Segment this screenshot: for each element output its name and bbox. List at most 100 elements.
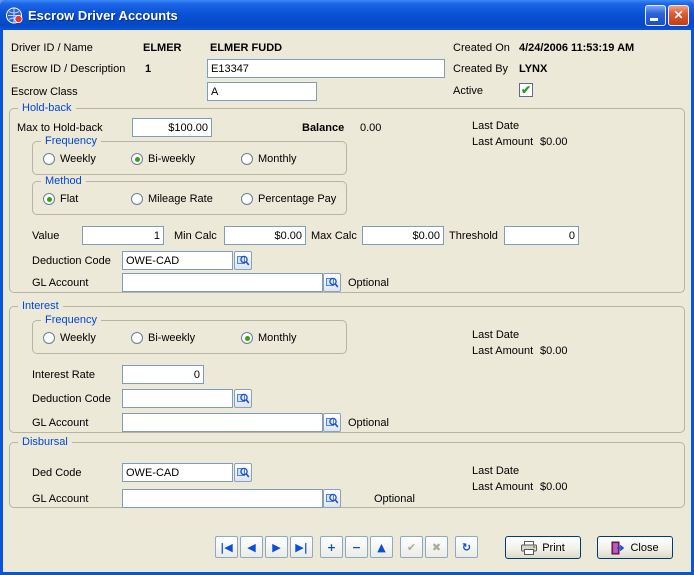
balance-label: Balance xyxy=(302,122,344,135)
value-input[interactable] xyxy=(82,226,164,245)
disbursal-gl-account-lookup-button[interactable] xyxy=(323,489,341,508)
interest-frequency-weekly-radio[interactable]: Weekly xyxy=(43,332,96,344)
min-calc-input[interactable] xyxy=(224,226,306,245)
escrow-driver-accounts-window: Escrow Driver Accounts ✕ Driver ID / Nam… xyxy=(0,0,694,575)
radio-icon xyxy=(241,153,253,165)
printer-icon xyxy=(521,541,537,555)
driver-id-value: ELMER xyxy=(143,42,182,55)
radio-label: Weekly xyxy=(60,332,96,344)
holdback-frequency-weekly-radio[interactable]: Weekly xyxy=(43,153,96,165)
interest-frequency-monthly-radio[interactable]: Monthly xyxy=(241,332,297,344)
minimize-button[interactable] xyxy=(645,5,666,26)
nav-prior-button[interactable]: ◀ xyxy=(240,536,263,558)
radio-label: Bi-weekly xyxy=(148,332,195,344)
driver-id-name-label: Driver ID / Name xyxy=(11,42,93,55)
interest-last-amount-value: $0.00 xyxy=(540,345,568,358)
nav-next-button[interactable]: ▶ xyxy=(265,536,288,558)
balance-value: 0.00 xyxy=(360,122,381,135)
nav-first-button[interactable]: |◀ xyxy=(215,536,238,558)
holdback-gl-account-label: GL Account xyxy=(32,277,88,290)
interest-group: Interest Frequency Weekly Bi-weekly Mont… xyxy=(9,306,685,433)
disbursal-optional-label: Optional xyxy=(374,493,415,506)
escrow-class-input[interactable] xyxy=(207,82,317,101)
radio-label: Bi-weekly xyxy=(148,153,195,165)
print-button[interactable]: Print xyxy=(505,536,581,559)
app-icon xyxy=(6,7,23,24)
titlebar: Escrow Driver Accounts ✕ xyxy=(0,0,694,30)
record-navigator: |◀ ◀ ▶ ▶| + − ▲ ✔ ✖ ↻ xyxy=(215,536,478,558)
holdback-optional-label: Optional xyxy=(348,277,389,290)
nav-post-button[interactable]: ✔ xyxy=(400,536,423,558)
driver-name-value: ELMER FUDD xyxy=(210,42,282,55)
holdback-method-title: Method xyxy=(41,175,86,188)
disbursal-last-amount-value: $0.00 xyxy=(540,481,568,494)
value-label: Value xyxy=(32,230,59,243)
form-body: Driver ID / Name ELMER ELMER FUDD Create… xyxy=(3,30,691,572)
method-mileage-rate-radio[interactable]: Mileage Rate xyxy=(131,193,213,205)
created-by-label: Created By xyxy=(453,63,508,76)
nav-delete-button[interactable]: − xyxy=(345,536,368,558)
close-button-label: Close xyxy=(630,542,658,554)
ded-code-label: Ded Code xyxy=(32,467,82,480)
holdback-frequency-monthly-radio[interactable]: Monthly xyxy=(241,153,297,165)
radio-icon xyxy=(131,332,143,344)
nav-refresh-button[interactable]: ↻ xyxy=(455,536,478,558)
max-holdback-input[interactable] xyxy=(132,118,212,137)
threshold-input[interactable] xyxy=(504,226,579,245)
interest-deduction-code-lookup-button[interactable] xyxy=(234,389,252,408)
interest-deduction-code-input[interactable] xyxy=(122,389,233,408)
ded-code-lookup-button[interactable] xyxy=(234,463,252,482)
nav-cancel-button[interactable]: ✖ xyxy=(425,536,448,558)
radio-icon xyxy=(131,193,143,205)
holdback-deduction-code-label: Deduction Code xyxy=(32,255,111,268)
interest-frequency-group: Frequency Weekly Bi-weekly Monthly xyxy=(32,320,347,354)
interest-group-title: Interest xyxy=(18,300,63,313)
escrow-description-input[interactable] xyxy=(207,59,445,78)
holdback-gl-account-input[interactable] xyxy=(122,273,323,292)
max-calc-input[interactable] xyxy=(362,226,444,245)
radio-icon xyxy=(131,153,143,165)
exit-door-icon xyxy=(611,541,625,555)
print-button-label: Print xyxy=(542,542,565,554)
disbursal-gl-account-input[interactable] xyxy=(122,489,323,508)
created-by-value: LYNX xyxy=(519,63,547,76)
holdback-gl-account-lookup-button[interactable] xyxy=(323,273,341,292)
magnifier-icon xyxy=(237,392,250,405)
ded-code-input[interactable] xyxy=(122,463,233,482)
holdback-last-amount-value: $0.00 xyxy=(540,136,568,149)
close-window-button[interactable]: ✕ xyxy=(668,5,689,26)
method-flat-radio[interactable]: Flat xyxy=(43,193,78,205)
radio-icon xyxy=(43,153,55,165)
disbursal-gl-account-label: GL Account xyxy=(32,493,88,506)
holdback-group-title: Hold-back xyxy=(18,102,76,115)
escrow-class-label: Escrow Class xyxy=(11,86,78,99)
interest-last-date-label: Last Date xyxy=(472,329,519,342)
disbursal-last-date-label: Last Date xyxy=(472,465,519,478)
interest-gl-account-lookup-button[interactable] xyxy=(323,413,341,432)
magnifier-icon xyxy=(326,276,339,289)
holdback-deduction-code-input[interactable] xyxy=(122,251,233,270)
close-button[interactable]: Close xyxy=(597,536,673,559)
magnifier-icon xyxy=(326,492,339,505)
radio-icon xyxy=(43,193,55,205)
holdback-frequency-biweekly-radio[interactable]: Bi-weekly xyxy=(131,153,195,165)
created-on-value: 4/24/2006 11:53:19 AM xyxy=(519,42,634,55)
radio-icon xyxy=(43,332,55,344)
active-checkbox[interactable] xyxy=(519,83,533,97)
interest-gl-account-input[interactable] xyxy=(122,413,323,432)
holdback-last-amount-label: Last Amount xyxy=(472,136,533,149)
radio-label: Mileage Rate xyxy=(148,193,213,205)
radio-label: Monthly xyxy=(258,332,297,344)
nav-insert-button[interactable]: + xyxy=(320,536,343,558)
holdback-frequency-group: Frequency Weekly Bi-weekly Monthly xyxy=(32,141,347,175)
holdback-deduction-code-lookup-button[interactable] xyxy=(234,251,252,270)
nav-edit-button[interactable]: ▲ xyxy=(370,536,393,558)
nav-last-button[interactable]: ▶| xyxy=(290,536,313,558)
method-percentage-pay-radio[interactable]: Percentage Pay xyxy=(241,193,336,205)
interest-rate-input[interactable] xyxy=(122,365,204,384)
interest-last-amount-label: Last Amount xyxy=(472,345,533,358)
threshold-label: Threshold xyxy=(449,230,498,243)
holdback-last-date-label: Last Date xyxy=(472,120,519,133)
interest-frequency-biweekly-radio[interactable]: Bi-weekly xyxy=(131,332,195,344)
magnifier-icon xyxy=(237,466,250,479)
